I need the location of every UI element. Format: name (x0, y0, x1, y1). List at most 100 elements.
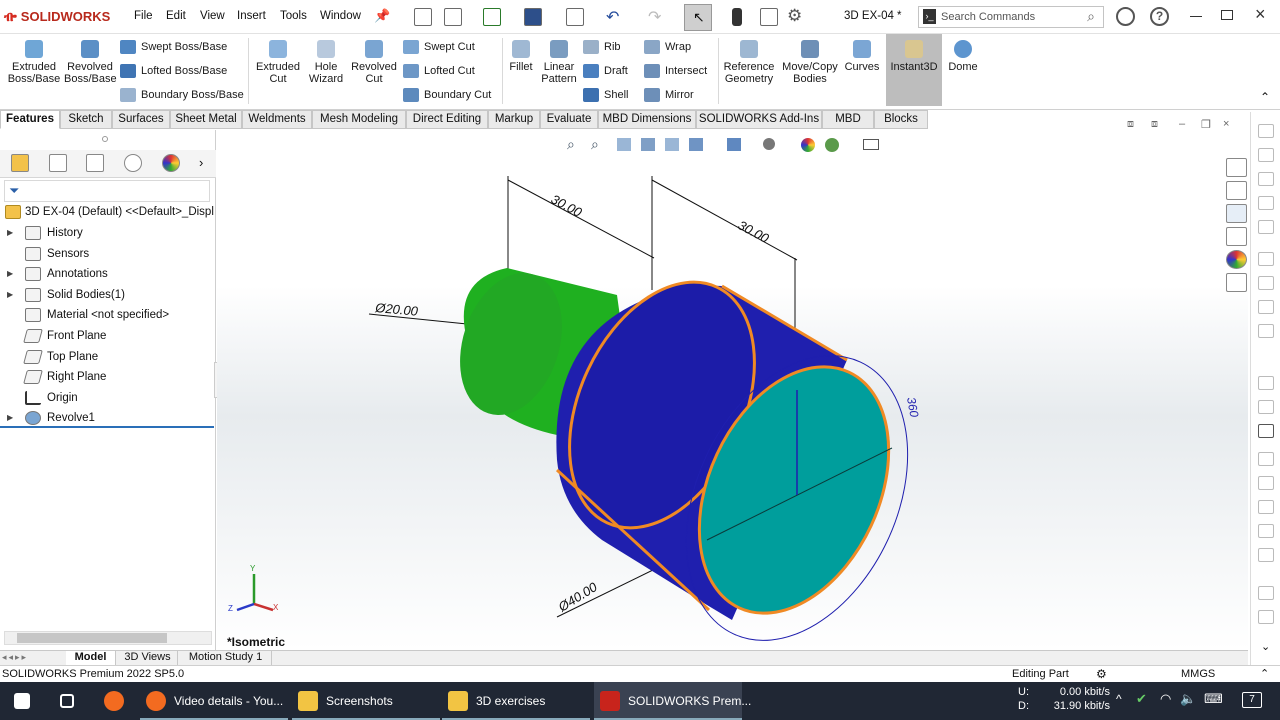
lofted-boss-button[interactable]: Lofted Boss/Base (120, 64, 227, 78)
reference-geometry-button[interactable]: Reference Geometry (722, 40, 776, 85)
corner-tool-icon[interactable] (1258, 220, 1274, 234)
file-explorer-icon[interactable] (1226, 204, 1247, 223)
pin-icon[interactable]: 📌 (374, 8, 390, 24)
tab-sketch[interactable]: Sketch (60, 110, 112, 129)
tab-sheet-metal[interactable]: Sheet Metal (170, 110, 242, 129)
chevron-right-icon[interactable]: › (199, 155, 203, 170)
new-document-icon[interactable] (444, 8, 462, 26)
expand-arrow-icon[interactable]: ▶ (7, 285, 13, 305)
dimension-dia20-text[interactable]: Ø20.00 (374, 300, 420, 319)
tab-weldments[interactable]: Weldments (242, 110, 312, 129)
annotation-tool-icon[interactable] (1258, 400, 1274, 414)
panel-splitter-handle[interactable] (102, 136, 108, 142)
menu-window[interactable]: Window (320, 10, 361, 22)
graphics-area[interactable]: ⌕ ⌕ ⧈ ⧈ – ❐ × 30.00 30.00 Ø20.00 Ø40.00 … (217, 118, 1248, 650)
fillet-button[interactable]: Fillet (506, 40, 536, 73)
taskbar-item-solidworks[interactable]: SOLIDWORKS Prem... (594, 682, 751, 720)
trim-tool-icon[interactable] (1258, 476, 1274, 490)
swept-cut-button[interactable]: Swept Cut (403, 40, 475, 54)
linear-pattern-button[interactable]: Linear Pattern (538, 40, 580, 85)
line-tool-icon[interactable] (1258, 124, 1274, 138)
taskbar-firefox[interactable] (98, 682, 134, 720)
tab-blocks[interactable]: Blocks (874, 110, 928, 129)
expand-arrow-icon[interactable]: ▶ (7, 264, 13, 284)
tab-surfaces[interactable]: Surfaces (112, 110, 170, 129)
windows-start-button[interactable] (8, 682, 38, 720)
move-copy-bodies-button[interactable]: Move/Copy Bodies (780, 40, 840, 85)
status-expand-icon[interactable]: ⌃ (1260, 666, 1269, 682)
tree-filter-box[interactable]: ⏷ (4, 180, 210, 202)
view-palette-icon[interactable] (1226, 227, 1247, 246)
open-icon[interactable] (483, 8, 501, 26)
rebuild-icon[interactable] (732, 8, 742, 26)
dimension-d1-text[interactable]: 30.00 (549, 191, 585, 220)
solidworks-resources-icon[interactable] (1226, 158, 1247, 177)
tab-direct-editing[interactable]: Direct Editing (406, 110, 488, 129)
rib-button[interactable]: Rib (583, 40, 621, 54)
tree-root-part[interactable]: 3D EX-04 (Default) <<Default>_Displa (0, 202, 214, 222)
collapse-ribbon-icon[interactable]: ⌃ (1260, 90, 1270, 104)
volume-icon[interactable]: 🔈 (1180, 691, 1196, 707)
file-properties-icon[interactable] (760, 8, 778, 26)
unit-system-text[interactable]: MMGS (1181, 666, 1215, 682)
save-icon[interactable] (524, 8, 542, 26)
tab-scroll-arrows[interactable]: ◂◂▸▸ (2, 652, 60, 664)
expand-arrow-icon[interactable]: ▶ (7, 223, 13, 243)
paste-tool-icon[interactable] (1258, 610, 1274, 624)
tree-item-annotations[interactable]: ▶ Annotations (0, 264, 214, 284)
scrollbar-thumb[interactable] (17, 633, 167, 643)
lofted-cut-button[interactable]: Lofted Cut (403, 64, 475, 78)
rebuild-status-icon[interactable]: ⚙ (1096, 666, 1107, 682)
wifi-icon[interactable]: ◠ (1160, 691, 1171, 707)
circle-tool-icon[interactable] (1258, 148, 1274, 162)
curves-button[interactable]: Curves (843, 40, 881, 73)
tab-features[interactable]: Features (0, 110, 60, 129)
menu-tools[interactable]: Tools (280, 10, 307, 22)
tree-horizontal-scrollbar[interactable] (4, 631, 212, 645)
extruded-boss-button[interactable]: Extruded Boss/Base (6, 40, 62, 85)
menu-file[interactable]: File (134, 10, 153, 22)
hole-wizard-button[interactable]: Hole Wizard (302, 40, 350, 85)
expand-arrow-icon[interactable]: ▶ (7, 408, 13, 426)
search-icon[interactable]: ⌕ (1087, 8, 1095, 25)
curve-tool-icon[interactable] (1258, 252, 1274, 266)
instant3d-button[interactable]: Instant3D (886, 34, 942, 106)
viewport-minimize-icon[interactable]: – (1179, 118, 1185, 130)
tree-item-origin[interactable]: Origin (0, 388, 214, 408)
search-commands-box[interactable]: ›_ Search Commands ⌕ (918, 6, 1104, 28)
tree-item-material[interactable]: Material <not specified> (0, 305, 214, 325)
angle-360-text[interactable]: 360 (904, 396, 921, 418)
select-tool-button[interactable]: ↖ (684, 4, 712, 31)
taskbar-item-screenshots[interactable]: Screenshots (292, 682, 440, 720)
dimension-d2-text[interactable]: 30.00 (736, 217, 772, 246)
boundary-cut-button[interactable]: Boundary Cut (403, 88, 491, 102)
tree-item-front-plane[interactable]: Front Plane (0, 326, 214, 346)
dimxpert-icon[interactable] (124, 154, 142, 172)
menu-edit[interactable]: Edit (166, 10, 186, 22)
tree-item-right-plane[interactable]: Right Plane (0, 367, 214, 387)
viewport-close-icon[interactable]: × (1223, 118, 1229, 130)
solidworks-logo[interactable]: ᎇ SOLIDWORKS (4, 9, 110, 26)
tray-app-icon[interactable]: ✔ (1136, 691, 1147, 707)
tab-mbd[interactable]: MBD (822, 110, 874, 129)
redo-icon[interactable]: ↷ (648, 7, 661, 27)
user-account-icon[interactable] (1116, 7, 1135, 26)
arc-tool-icon[interactable] (1258, 172, 1274, 186)
spline-tool-icon[interactable] (1258, 196, 1274, 210)
display-manager-icon[interactable] (162, 154, 180, 172)
swept-boss-button[interactable]: Swept Boss/Base (120, 40, 227, 54)
text-tool-icon[interactable] (1258, 376, 1274, 390)
appearances-icon[interactable] (1226, 250, 1247, 269)
wrap-button[interactable]: Wrap (644, 40, 691, 54)
offset-tool-icon[interactable] (1258, 324, 1274, 338)
revolved-cut-button[interactable]: Revolved Cut (348, 40, 400, 85)
restore-icon[interactable] (1221, 10, 1233, 20)
notification-center-icon[interactable]: 7 (1242, 692, 1262, 708)
menu-view[interactable]: View (200, 10, 225, 22)
mirror-entities-icon[interactable] (1258, 524, 1274, 538)
tab-3d-views[interactable]: 3D Views (118, 651, 178, 665)
feature-manager-icon[interactable] (11, 154, 29, 172)
taskbar-item-video-details[interactable]: Video details - You... (140, 682, 288, 720)
tree-item-history[interactable]: ▶ History (0, 223, 214, 243)
copy-tool-icon[interactable] (1258, 586, 1274, 600)
